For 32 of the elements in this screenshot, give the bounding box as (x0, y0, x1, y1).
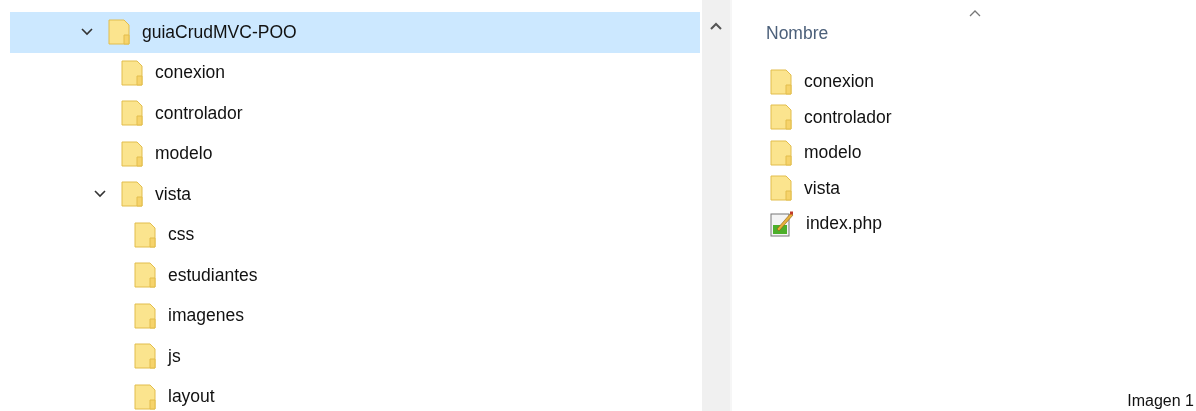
folder-icon (121, 181, 143, 208)
folder-icon (121, 140, 143, 167)
scroll-up-icon[interactable] (710, 22, 722, 30)
folder-icon (134, 221, 156, 248)
tree-item[interactable]: conexion (10, 52, 700, 93)
folder-icon (134, 343, 156, 370)
folder-icon (121, 100, 143, 127)
folder-icon (134, 262, 156, 289)
tree-item[interactable]: estudiantes (10, 255, 700, 296)
folder-icon (108, 19, 130, 46)
sort-caret-icon (969, 10, 981, 17)
tree-item[interactable]: guiaCrudMVC-POO (10, 12, 700, 53)
file-item[interactable]: controlador (766, 99, 1196, 135)
tree-item[interactable]: vista (10, 174, 700, 215)
folder-icon (134, 383, 156, 410)
tree-item[interactable]: controlador (10, 93, 700, 134)
scrollbar[interactable] (702, 0, 730, 411)
tree-item[interactable]: css (10, 214, 700, 255)
column-header[interactable]: Nombre (766, 23, 829, 44)
tree-item[interactable]: js (10, 336, 700, 377)
folder-icon (134, 302, 156, 329)
file-item[interactable]: modelo (766, 135, 1196, 171)
tree-item[interactable]: imagenes (10, 295, 700, 336)
chevron-down-icon[interactable] (93, 189, 107, 200)
chevron-down-icon[interactable] (80, 27, 94, 38)
file-item[interactable]: conexion (766, 64, 1196, 100)
folder-icon (121, 59, 143, 86)
caption: Imagen 1 (1127, 392, 1194, 410)
tree-item[interactable]: layout (10, 376, 700, 411)
file-item[interactable]: vista (766, 170, 1196, 206)
file-item[interactable]: index.php (766, 206, 1196, 242)
tree-item[interactable]: modelo (10, 133, 700, 174)
